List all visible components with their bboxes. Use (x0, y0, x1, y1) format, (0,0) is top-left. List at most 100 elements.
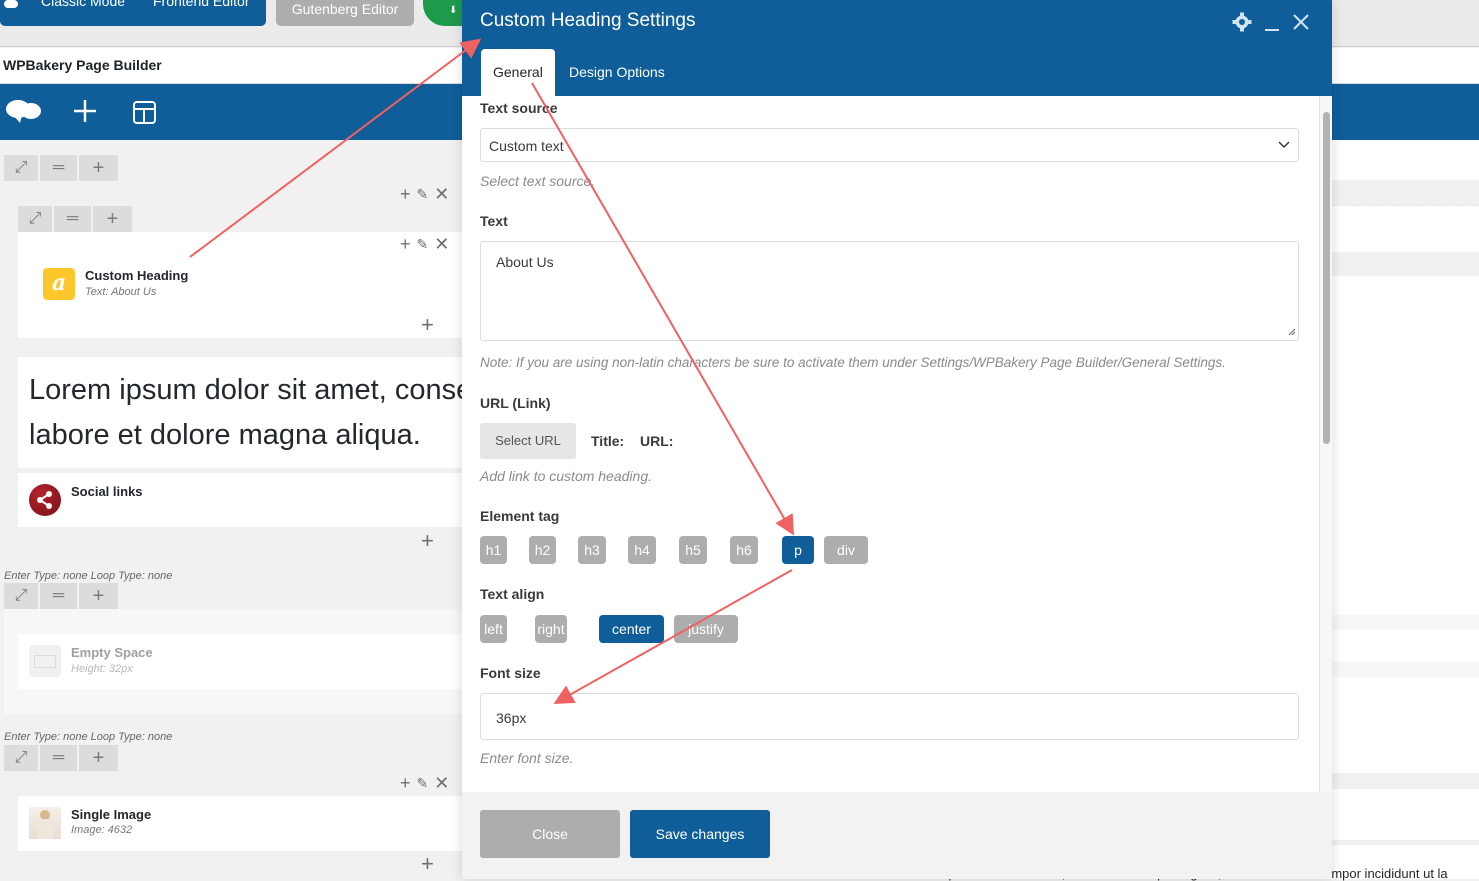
row-add-icon[interactable]: + (79, 745, 118, 771)
text-hint: Note: If you are using non-latin charact… (480, 355, 1226, 370)
wpbakery-cloud-icon[interactable] (4, 96, 41, 128)
share-icon (29, 484, 61, 516)
modal-scrollbar[interactable] (1319, 96, 1332, 792)
save-changes-button[interactable]: Save changes (630, 810, 770, 858)
tag-option-h1[interactable]: h1 (480, 536, 507, 564)
text-source-hint: Select text source. (480, 173, 596, 189)
element-tag-label: Element tag (480, 508, 560, 524)
tag-option-h5[interactable]: h5 (679, 536, 707, 564)
text-block-element[interactable]: Lorem ipsum dolor sit amet, conse labore… (18, 357, 462, 468)
edit-pencil-icon[interactable]: ✎ (417, 236, 429, 252)
social-links-element[interactable] (18, 473, 462, 527)
font-size-input[interactable]: 36px (480, 693, 1299, 740)
row-meta: Enter Type: none Loop Type: none (4, 731, 173, 743)
tag-option-h6[interactable]: h6 (730, 536, 758, 564)
scrollbar-thumb[interactable] (1323, 112, 1330, 444)
image-thumbnail (29, 807, 61, 839)
text-textarea[interactable]: About Us (480, 241, 1299, 341)
resize-handle-icon[interactable] (1288, 323, 1296, 339)
empty-space-icon (29, 645, 61, 677)
align-option-justify[interactable]: justify (674, 615, 738, 643)
mode-group: Classic Mode Frontend Editor (0, 0, 266, 26)
edit-pencil-icon[interactable]: ✎ (417, 186, 429, 202)
url-title-label: Title: (591, 433, 625, 449)
text-source-value: Custom text (489, 138, 564, 154)
add-icon[interactable]: + (400, 774, 411, 792)
tag-option-h3[interactable]: h3 (578, 536, 606, 564)
close-button[interactable]: Close (480, 810, 620, 858)
tag-option-h4[interactable]: h4 (628, 536, 656, 564)
tab-design-options[interactable]: Design Options (557, 49, 677, 96)
row-layout-icon[interactable]: ═ (40, 155, 77, 181)
text-block-line-1: Lorem ipsum dolor sit amet, conse (29, 374, 462, 406)
font-size-value: 36px (496, 710, 527, 726)
empty-space-title: Empty Space (71, 645, 153, 660)
row-add-icon[interactable]: + (79, 583, 118, 609)
delete-icon[interactable]: ✕ (434, 774, 449, 792)
row-actions: + ✎ ✕ (400, 185, 449, 203)
custom-heading-settings-modal: Custom Heading Settings General Design O… (462, 0, 1332, 879)
row-layout-icon[interactable]: ═ (40, 745, 77, 771)
chevron-down-icon (1278, 137, 1290, 153)
download-icon: ⬇ (449, 5, 458, 16)
text-source-label: Text source (480, 100, 558, 116)
empty-space-subtitle: Height: 32px (71, 663, 133, 675)
row-controls: ⤢ ═ + (4, 745, 118, 771)
modal-body: Text source Custom text Select text sour… (462, 96, 1319, 792)
gutenberg-editor-button[interactable]: Gutenberg Editor (276, 0, 414, 26)
empty-space-element[interactable] (18, 634, 462, 689)
add-element-icon[interactable]: + (421, 853, 434, 875)
align-option-right[interactable]: right (535, 615, 567, 643)
settings-gear-icon[interactable] (1232, 12, 1252, 37)
row-layout-icon[interactable]: ═ (40, 583, 77, 609)
url-hint: Add link to custom heading. (480, 468, 652, 484)
add-icon[interactable]: + (400, 185, 411, 203)
add-element-icon[interactable]: + (421, 530, 434, 552)
custom-heading-element[interactable]: Custom Heading (85, 268, 188, 283)
frontend-editor-button[interactable]: Frontend Editor (153, 0, 250, 14)
single-image-subtitle: Image: 4632 (71, 824, 133, 836)
row-controls: ⤢ ═ + (4, 155, 118, 181)
edit-pencil-icon[interactable]: ✎ (417, 775, 429, 791)
delete-icon[interactable]: ✕ (434, 235, 449, 253)
url-label: URL (Link) (480, 395, 551, 411)
font-size-hint: Enter font size. (480, 750, 574, 766)
add-element-icon[interactable]: + (421, 314, 434, 336)
text-source-select[interactable]: Custom text (480, 128, 1299, 162)
column-actions: + ✎ ✕ (400, 235, 449, 253)
inner-row-add-icon[interactable]: + (93, 206, 132, 232)
font-size-label: Font size (480, 665, 541, 681)
tag-option-p-selected[interactable]: p (782, 536, 814, 564)
templates-icon[interactable] (130, 96, 164, 128)
align-option-left[interactable]: left (480, 615, 507, 643)
add-icon[interactable]: + (400, 235, 411, 253)
modal-footer: Close Save changes (462, 792, 1332, 879)
delete-icon[interactable]: ✕ (434, 185, 449, 203)
row-add-icon[interactable]: + (79, 155, 118, 181)
tag-option-h2[interactable]: h2 (529, 536, 556, 564)
text-value: About Us (496, 254, 554, 270)
inner-row-drag-icon[interactable]: ⤢ (18, 206, 52, 232)
row-actions: + ✎ ✕ (400, 774, 449, 792)
builder-title: WPBakery Page Builder (3, 57, 162, 73)
modal-title: Custom Heading Settings (480, 10, 696, 31)
text-align-label: Text align (480, 586, 545, 602)
text-block-line-2: labore et dolore magna aliqua. (29, 419, 421, 451)
select-url-button[interactable]: Select URL (480, 423, 576, 459)
single-image-title: Single Image (71, 807, 152, 822)
add-element-icon[interactable] (70, 96, 104, 128)
classic-mode-button[interactable]: Classic Mode (41, 0, 125, 14)
close-icon[interactable] (1292, 13, 1310, 36)
row-drag-icon[interactable]: ⤢ (4, 583, 38, 609)
row-drag-icon[interactable]: ⤢ (4, 155, 38, 181)
minimize-icon[interactable] (1264, 12, 1280, 37)
align-option-center-selected[interactable]: center (599, 615, 664, 643)
row-controls: ⤢ ═ + (4, 583, 118, 609)
inner-row-layout-icon[interactable]: ═ (54, 206, 91, 232)
tag-option-div[interactable]: div (824, 536, 868, 564)
row-drag-icon[interactable]: ⤢ (4, 745, 38, 771)
page-background-right (1332, 140, 1479, 879)
text-label: Text (480, 213, 508, 229)
tab-general[interactable]: General (481, 49, 555, 96)
row-meta: Enter Type: none Loop Type: none (4, 570, 173, 582)
